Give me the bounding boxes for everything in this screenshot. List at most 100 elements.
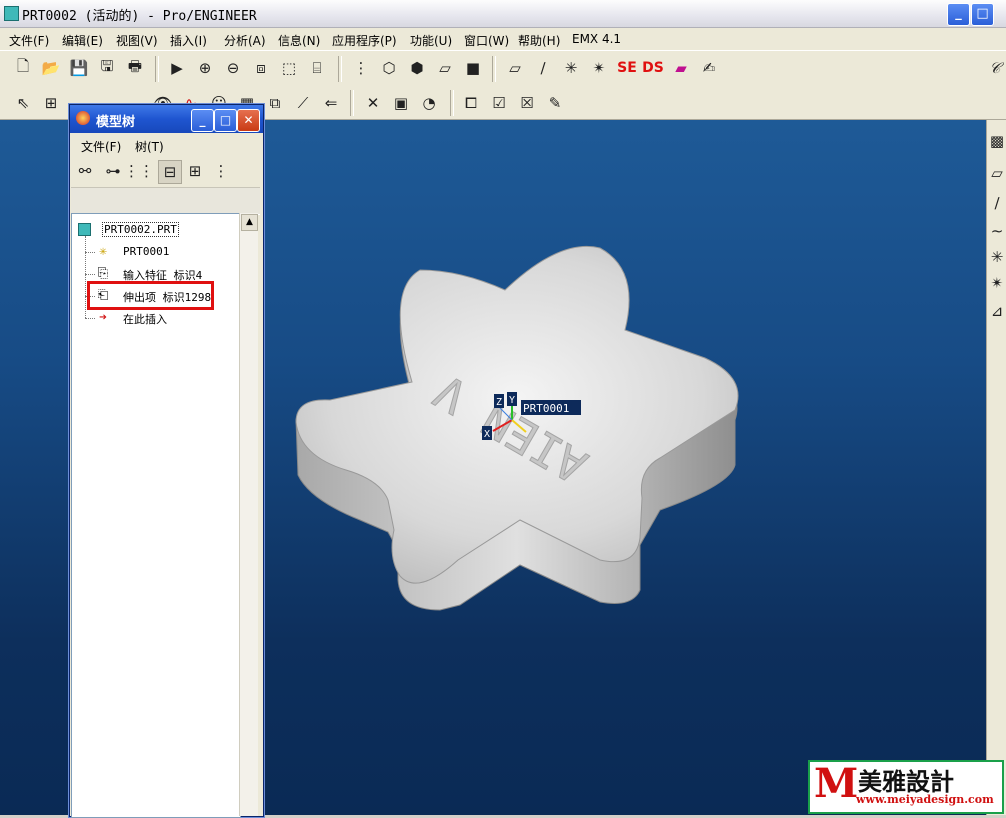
- selection-box-icon[interactable]: ▣: [390, 92, 412, 114]
- datum-axis-display-icon[interactable]: ∕: [532, 57, 554, 79]
- scroll-up-icon[interactable]: ▲: [241, 214, 258, 231]
- annotation-display-icon[interactable]: ▰: [670, 57, 692, 79]
- model-tree-panel: 模型树 _ □ ✕ 文件(F) 树(T) ⚯ ⊶ ⋮⋮ ⊟ ⊞ ⋮ PRT000…: [69, 104, 264, 818]
- measure-icon[interactable]: ⊞: [40, 92, 62, 114]
- watermark-brand: 美雅設計: [858, 768, 954, 796]
- model-tree-icon: [76, 111, 90, 125]
- model-tree-close-button[interactable]: ✕: [237, 109, 260, 132]
- csys-label: PRT0001: [523, 402, 569, 415]
- repaint-icon[interactable]: ▶: [166, 57, 188, 79]
- menu-function[interactable]: 功能(U): [410, 32, 452, 49]
- pencil-icon[interactable]: ✎: [544, 92, 566, 114]
- zoom-in-icon[interactable]: ⊕: [194, 57, 216, 79]
- csys-icon: ✳: [99, 244, 107, 259]
- insert-here-arrow-icon: ➔: [99, 310, 107, 325]
- model-tree-scrollbar[interactable]: ▲: [239, 213, 258, 816]
- menu-edit[interactable]: 编辑(E): [62, 32, 103, 49]
- window-tile-icon[interactable]: ⧠: [460, 92, 482, 114]
- save-icon[interactable]: 💾: [68, 57, 90, 79]
- no-hidden-icon[interactable]: ▱: [434, 57, 456, 79]
- axis-label-x: X: [484, 429, 490, 440]
- se-button[interactable]: SE: [616, 57, 638, 79]
- refit-icon[interactable]: ⧈: [250, 57, 272, 79]
- binoculars-icon[interactable]: ⚯: [74, 160, 96, 182]
- tree-node-label: PRT0002.PRT: [102, 222, 179, 237]
- datum-curve-icon[interactable]: ∼: [987, 220, 1006, 242]
- model-tree-title: 模型树: [96, 115, 136, 130]
- window-close-icon[interactable]: ☒: [516, 92, 538, 114]
- csys-display-icon[interactable]: ✴: [588, 57, 610, 79]
- tree-filter-icon[interactable]: ⊟: [158, 160, 182, 184]
- menu-view[interactable]: 视图(V): [116, 32, 158, 49]
- watermark-logo: M 美雅設計 www.meiyadesign.com: [808, 760, 1004, 814]
- axis-label-y: Y: [509, 395, 515, 406]
- model-tree-title-bar[interactable]: 模型树 _ □ ✕: [70, 105, 263, 133]
- highlight-box: [87, 281, 214, 310]
- new-file-icon[interactable]: 🗋: [12, 57, 34, 79]
- expand-all-icon[interactable]: ⊞: [184, 160, 206, 182]
- graph-icon[interactable]: ⟋: [292, 92, 314, 114]
- model-tree-menu: 文件(F) 树(T): [70, 133, 263, 157]
- shading-icon[interactable]: ■: [462, 57, 484, 79]
- watermark-url: www.meiyadesign.com: [856, 793, 994, 806]
- maximize-button[interactable]: □: [971, 3, 994, 26]
- tree-node-label: 在此插入: [123, 313, 167, 326]
- minimize-button[interactable]: _: [947, 3, 970, 26]
- tree-settings-icon[interactable]: ⊶: [102, 160, 124, 182]
- model-tree-list: PRT0002.PRT ✳ PRT0001 ⎘ 输入特征 标识4 ⎗ 伸出项 标…: [71, 213, 241, 818]
- datum-axis-icon[interactable]: ∕: [987, 192, 1006, 214]
- import-feature-icon: ⎘: [97, 266, 109, 281]
- model-tree-minimize-button[interactable]: _: [191, 109, 214, 132]
- window-check-icon[interactable]: ☑: [488, 92, 510, 114]
- window-title: PRT0002 (活动的) - Pro/ENGINEER: [22, 9, 257, 24]
- datum-plane-icon[interactable]: ▱: [987, 162, 1006, 184]
- app-icon: [4, 6, 19, 21]
- tree-columns-icon[interactable]: ⋮⋮: [124, 160, 154, 182]
- menu-info[interactable]: 信息(N): [278, 32, 320, 49]
- datum-point-icon[interactable]: ✳: [987, 246, 1006, 268]
- menu-analysis[interactable]: 分析(A): [224, 32, 266, 49]
- menu-insert[interactable]: 插入(I): [170, 32, 207, 49]
- wireframe-icon[interactable]: ⬡: [378, 57, 400, 79]
- datum-point-display-icon[interactable]: ✳: [560, 57, 582, 79]
- datum-toolbar: ▩ ▱ ∕ ∼ ✳ ✴ ⊿: [986, 120, 1006, 815]
- model-tree-toolbar: ⚯ ⊶ ⋮⋮ ⊟ ⊞ ⋮: [70, 157, 263, 185]
- tree-menu-file[interactable]: 文件(F): [81, 138, 121, 155]
- window-title-bar: PRT0002 (活动的) - Pro/ENGINEER _ □: [0, 0, 1006, 28]
- menu-file[interactable]: 文件(F): [9, 32, 49, 49]
- collapse-all-icon[interactable]: ⋮: [210, 160, 232, 182]
- toolbar-overflow-icon[interactable]: 𝒞: [984, 57, 1006, 79]
- analysis-feature-icon[interactable]: ⊿: [987, 300, 1006, 322]
- datum-plane-display-icon[interactable]: ▱: [504, 57, 526, 79]
- model-tree-column-header: [71, 187, 260, 215]
- menu-emx[interactable]: EMX 4.1: [572, 32, 621, 46]
- sketch-icon[interactable]: ▩: [987, 130, 1006, 152]
- open-folder-icon[interactable]: 📂: [40, 57, 62, 79]
- menu-window[interactable]: 窗口(W): [464, 32, 509, 49]
- model-tree-maximize-button[interactable]: □: [214, 109, 237, 132]
- watermark-logo-letter: M: [814, 760, 859, 807]
- tree-display-icon[interactable]: ⋮: [350, 57, 372, 79]
- ds-button[interactable]: DS: [642, 57, 664, 79]
- reorient-icon[interactable]: ⬚: [278, 57, 300, 79]
- whats-this-icon[interactable]: ⇖: [12, 92, 34, 114]
- context-help-icon[interactable]: ✍: [698, 57, 720, 79]
- select-filter-icon[interactable]: ✕: [362, 92, 384, 114]
- saved-views-icon[interactable]: ⌸: [306, 57, 328, 79]
- layer-icon[interactable]: ⧉: [264, 92, 286, 114]
- main-toolbar: 🗋 📂 💾 🖫 🖶 ▶ ⊕ ⊖ ⧈ ⬚ ⌸ ⋮ ⬡ ⬢ ▱ ■ ▱ ∕ ✳ ✴ …: [0, 50, 1006, 88]
- print-icon[interactable]: 🖶: [124, 57, 146, 79]
- datum-csys-icon[interactable]: ✴: [987, 272, 1006, 294]
- hidden-line-icon[interactable]: ⬢: [406, 57, 428, 79]
- axis-label-z: Z: [496, 397, 502, 408]
- gauge-icon[interactable]: ◔: [418, 92, 440, 114]
- tree-menu-tree[interactable]: 树(T): [135, 138, 164, 155]
- menu-bar: 文件(F) 编辑(E) 视图(V) 插入(I) 分析(A) 信息(N) 应用程序…: [0, 28, 1006, 50]
- save-copy-icon[interactable]: 🖫: [96, 57, 118, 79]
- tree-node-label: PRT0001: [123, 245, 170, 258]
- menu-help[interactable]: 帮助(H): [518, 32, 560, 49]
- part-icon: [78, 223, 91, 236]
- zoom-out-icon[interactable]: ⊖: [222, 57, 244, 79]
- menu-applications[interactable]: 应用程序(P): [332, 32, 397, 49]
- model-player-icon[interactable]: ⇐: [320, 92, 342, 114]
